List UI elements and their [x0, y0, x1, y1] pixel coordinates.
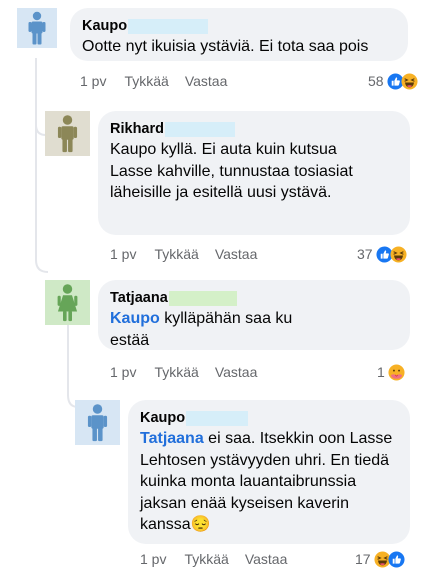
redacted-surname: [165, 121, 235, 137]
redacted-surname: [128, 18, 209, 34]
comment-bubble: Kaupo Tatjaana ei saa. Itsekkin oon Lass…: [128, 400, 410, 544]
like-icon: [388, 551, 405, 568]
comment-author[interactable]: Tatjaana: [110, 290, 168, 306]
reaction-summary[interactable]: 17: [355, 548, 405, 570]
person-icon: [75, 400, 120, 445]
comment-time[interactable]: 1 pv: [80, 73, 106, 89]
comment-author[interactable]: Kaupo: [82, 18, 127, 34]
reaction-summary[interactable]: 1: [377, 361, 405, 383]
person-icon: [45, 111, 90, 156]
reaction-count: 37: [357, 246, 373, 262]
pensive-emoji: 😔: [190, 516, 211, 533]
comment-time[interactable]: 1 pv: [110, 246, 136, 262]
comment-actions: 1 pv Tykkää Vastaa: [80, 70, 243, 92]
avatar[interactable]: [45, 111, 90, 156]
reply-button[interactable]: Vastaa: [245, 551, 288, 567]
comment-actions: 1 pv Tykkää Vastaa: [110, 243, 273, 265]
comment-actions: 1 pv Tykkää Vastaa: [110, 361, 273, 383]
redacted-surname: [168, 290, 237, 306]
comment-time[interactable]: 1 pv: [110, 364, 136, 380]
like-button[interactable]: Tykkää: [124, 73, 168, 89]
reaction-count: 58: [368, 73, 384, 89]
avatar[interactable]: [75, 400, 120, 445]
reaction-summary[interactable]: 37: [357, 243, 407, 265]
reply-button[interactable]: Vastaa: [215, 246, 258, 262]
redacted-surname: [186, 410, 249, 426]
mention-link[interactable]: Kaupo: [110, 310, 160, 327]
comment-bubble: Rikhard Kaupo kyllä. Ei auta kuin kutsua…: [98, 111, 410, 235]
reply-button[interactable]: Vastaa: [185, 73, 228, 89]
avatar[interactable]: [17, 8, 57, 48]
comment-author[interactable]: Rikhard: [110, 121, 164, 137]
reaction-count: 1: [377, 364, 385, 380]
like-button[interactable]: Tykkää: [184, 551, 228, 567]
avatar[interactable]: [45, 280, 90, 325]
comment-text: Tatjaana ei saa. Itsekkin oon Lasse Leht…: [140, 428, 402, 536]
comment-bubble: Kaupo Ootte nyt ikuisia ystäviä. Ei tota…: [70, 8, 408, 61]
comment-text: Ootte nyt ikuisia ystäviä. Ei tota saa p…: [82, 38, 369, 55]
comment-text: Kaupo kyllä. Ei auta kuin kutsua Lasse k…: [110, 141, 353, 201]
person-icon: [17, 8, 57, 48]
reply-button[interactable]: Vastaa: [215, 364, 258, 380]
comment-text: Kaupo kylläpähän saa ku estää: [110, 308, 325, 351]
comment-author[interactable]: Kaupo: [140, 410, 185, 426]
like-button[interactable]: Tykkää: [154, 364, 198, 380]
mention-link[interactable]: Tatjaana: [140, 430, 204, 447]
comment-time[interactable]: 1 pv: [140, 551, 166, 567]
like-button[interactable]: Tykkää: [154, 246, 198, 262]
reaction-summary[interactable]: 58: [368, 70, 418, 92]
comment-actions: 1 pv Tykkää Vastaa: [140, 548, 303, 570]
care-icon: [388, 364, 405, 381]
laugh-icon: [401, 73, 418, 90]
laugh-icon: [390, 246, 407, 263]
comment-bubble: Tatjaana Kaupo kylläpähän saa ku estää: [98, 280, 410, 350]
reaction-count: 17: [355, 551, 371, 567]
woman-icon: [45, 280, 90, 325]
